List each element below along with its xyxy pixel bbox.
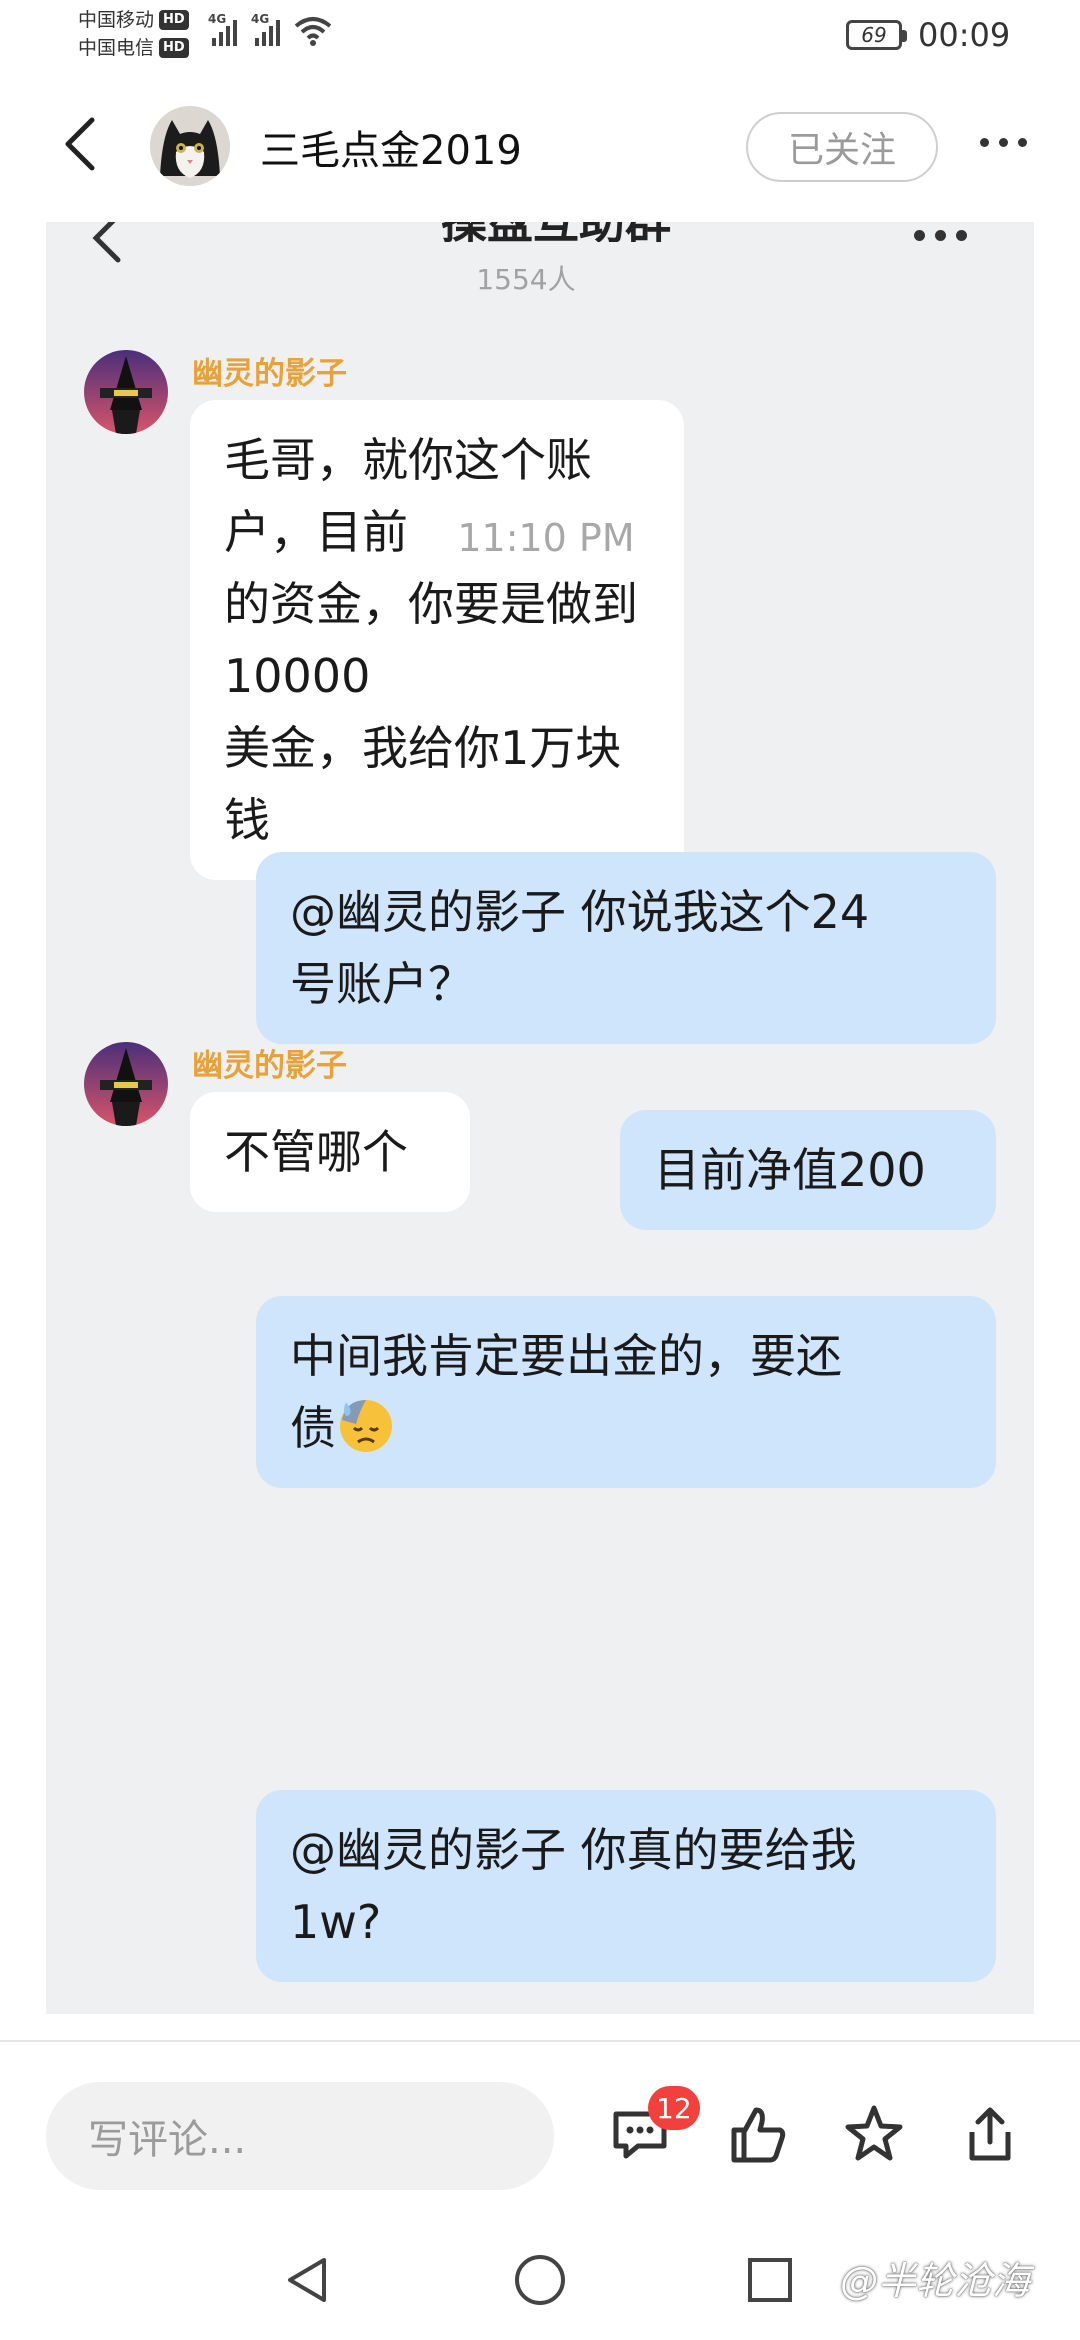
back-button[interactable]: [50, 114, 110, 174]
battery-level: 69: [861, 23, 887, 47]
hd-badge: HD: [159, 10, 189, 30]
network-type: 4G: [208, 12, 227, 26]
avatar: [84, 1042, 168, 1126]
dot-icon: [1017, 137, 1027, 147]
downcast-sweat-face-icon: [340, 1400, 392, 1452]
signal-icon: 4G: [208, 12, 237, 46]
message-line: 中间我肯定要出金的，要还: [290, 1329, 842, 1383]
watermark: @半轮沧海: [840, 2259, 1031, 2303]
more-options-button[interactable]: [968, 122, 1038, 162]
post-header: 三毛点金2019 已关注: [0, 88, 1080, 198]
star-icon: [845, 2105, 903, 2161]
follow-button[interactable]: 已关注: [746, 112, 938, 182]
avatar: [84, 350, 168, 434]
battery-icon: 69: [846, 20, 907, 50]
group-title: 操盘互助群: [346, 222, 766, 242]
share-icon: [969, 2107, 1011, 2161]
thumbs-up-icon: [731, 2107, 786, 2163]
sender-name: 幽灵的影子: [192, 1048, 347, 1084]
carrier-info: 中国移动 HD 中国电信 HD: [78, 6, 189, 62]
dot-icon: [998, 137, 1008, 147]
circle-home-icon: [515, 2255, 565, 2305]
cat-avatar-icon: [150, 106, 230, 186]
message-bubble: @幽灵的影子 你真的要给我 1w?: [256, 1790, 996, 1982]
witch-avatar-icon: [84, 1042, 168, 1126]
signal-icon: 4G: [251, 12, 280, 46]
message-line: 债: [290, 1401, 336, 1455]
chat-screenshot: 操盘互助群 1554人 幽灵的影子 毛哥，就你这个账户，目前 的资金，你要是做到…: [46, 222, 1034, 2014]
carrier-2: 中国电信: [78, 37, 155, 59]
network-type: 4G: [251, 12, 270, 26]
signal-indicators: 4G 4G: [208, 12, 332, 46]
message-line: 的资金，你要是做到10000: [224, 577, 638, 703]
message-line: 不管哪个: [224, 1125, 408, 1179]
message-bubble: @幽灵的影子 你说我这个24 号账户？: [256, 852, 996, 1044]
dot-icon: [979, 137, 989, 147]
wifi-icon: [294, 17, 332, 46]
message-line-group: 债: [290, 1392, 962, 1464]
message-bubble: 目前净值200: [620, 1110, 996, 1230]
comment-count-badge: 12: [648, 2086, 700, 2130]
nav-back-button[interactable]: [278, 2250, 338, 2310]
witch-avatar-icon: [84, 350, 168, 434]
chevron-left-icon: [65, 117, 95, 171]
clock: 00:09: [918, 16, 1011, 54]
carrier-1: 中国移动: [78, 9, 155, 31]
message-line: 号账户？: [290, 957, 474, 1011]
hd-badge: HD: [159, 38, 189, 58]
message-line: 美金，我给你1万块钱: [224, 721, 622, 847]
comment-input[interactable]: 写评论...: [46, 2082, 554, 2190]
message-bubble: 中间我肯定要出金的，要还 债: [256, 1296, 996, 1488]
square-recents-icon: [748, 2258, 792, 2302]
message-line: @幽灵的影子 你说我这个24: [290, 885, 870, 939]
message-line: @幽灵的影子 你真的要给我: [290, 1823, 857, 1877]
share-button[interactable]: [952, 2096, 1028, 2172]
favorite-button[interactable]: [836, 2096, 912, 2172]
more-icon: [914, 230, 967, 241]
status-bar: 中国移动 HD 中国电信 HD 4G 4G 69 00:09: [0, 0, 1080, 72]
triangle-back-icon: [288, 2258, 326, 2302]
nav-recents-button[interactable]: [740, 2250, 800, 2310]
sender-name: 幽灵的影子: [192, 356, 347, 392]
like-button[interactable]: [720, 2096, 796, 2172]
avatar[interactable]: [150, 106, 230, 186]
message-line: 目前净值200: [654, 1143, 926, 1197]
bottom-action-bar: 写评论... 12: [0, 2040, 1080, 2200]
member-count: 1554人: [476, 263, 576, 296]
nav-home-button[interactable]: [510, 2250, 570, 2310]
message-line: 1w?: [290, 1895, 382, 1949]
message-bubble: 毛哥，就你这个账户，目前 的资金，你要是做到10000 美金，我给你1万块钱: [190, 400, 684, 880]
timestamp: 11:10 PM: [457, 516, 635, 560]
message-bubble: 不管哪个: [190, 1092, 470, 1212]
user-name[interactable]: 三毛点金2019: [260, 118, 522, 176]
